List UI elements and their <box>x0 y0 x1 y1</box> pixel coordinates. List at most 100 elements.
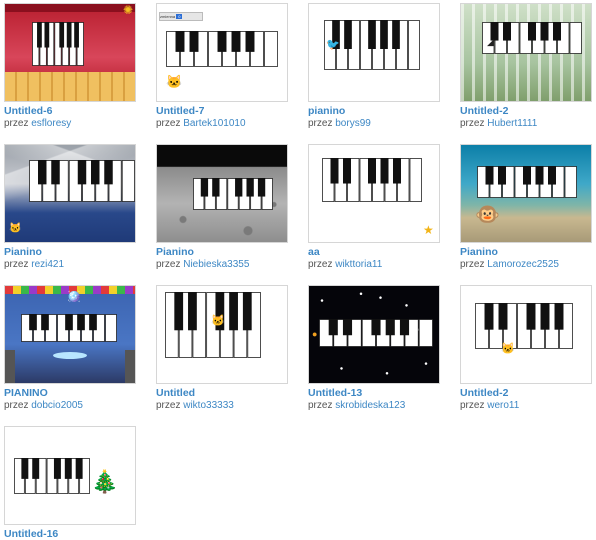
black-key <box>392 20 400 49</box>
black-key <box>66 22 72 48</box>
author-line: przez Hubert1111 <box>460 118 592 130</box>
project-thumbnail[interactable]: 🐦 <box>308 3 440 102</box>
piano-keys-graphic <box>475 303 573 349</box>
project-tile[interactable]: 🪩 PIANINO przez dobcio2005 <box>4 285 136 412</box>
black-key <box>503 22 511 41</box>
white-key <box>264 31 278 67</box>
cat-sprite-icon: 🐱 <box>166 74 183 89</box>
black-key <box>65 314 73 331</box>
project-title[interactable]: Pianino <box>4 246 136 258</box>
author-line: przez Bartek101010 <box>156 118 288 130</box>
christmas-tree-icon: 🎄 <box>91 469 119 494</box>
author-link[interactable]: wero11 <box>487 400 519 411</box>
project-tile[interactable]: 🐱 Untitled-2 przez wero11 <box>460 285 592 412</box>
author-prefix: przez <box>156 118 181 129</box>
project-title[interactable]: Untitled-13 <box>308 387 440 399</box>
project-tile[interactable]: zmienna 0 🐱 Untitled-7 przez Bartek10101… <box>156 3 288 130</box>
black-key <box>535 166 544 185</box>
author-line: przez dobcio2005 <box>4 400 136 412</box>
author-link[interactable]: Lamorozec2525 <box>487 259 559 270</box>
black-key <box>246 178 254 197</box>
sun-icon: ✺ <box>123 3 134 17</box>
project-thumbnail[interactable] <box>156 144 288 243</box>
project-title[interactable]: aa <box>308 246 440 258</box>
black-key <box>91 160 100 185</box>
project-tile[interactable]: ● Untitled-13 przez skrobideska123 <box>308 285 440 412</box>
author-line: przez wero11 <box>460 400 592 412</box>
project-title[interactable]: Untitled-7 <box>156 105 288 117</box>
project-title[interactable]: Pianino <box>156 246 288 258</box>
piano-keyboard <box>477 166 577 198</box>
author-link[interactable]: Niebieska3355 <box>183 259 249 270</box>
project-title[interactable]: pianino <box>308 105 440 117</box>
project-title[interactable]: Untitled <box>156 387 288 399</box>
black-key <box>368 20 376 49</box>
author-line: przez rezi421 <box>4 259 136 271</box>
author-line: przez Niebieska3355 <box>156 259 288 271</box>
white-key <box>409 158 422 202</box>
author-line: przez wikto33333 <box>156 400 288 412</box>
author-link[interactable]: wikttoria11 <box>335 259 382 270</box>
black-key <box>212 178 220 197</box>
author-link[interactable]: dobcio2005 <box>31 400 83 411</box>
black-key <box>229 292 238 331</box>
author-prefix: przez <box>460 259 485 270</box>
piano-keys-graphic <box>166 31 278 67</box>
author-link[interactable]: skrobideska123 <box>335 400 405 411</box>
project-tile[interactable]: 🐦 pianino przez borys99 <box>308 3 440 130</box>
project-thumbnail[interactable]: ★ <box>308 144 440 243</box>
project-thumbnail[interactable]: 🎄 <box>4 426 136 525</box>
black-key <box>498 303 508 330</box>
project-thumbnail[interactable]: 🐱 <box>460 285 592 384</box>
project-title[interactable]: Untitled-2 <box>460 105 592 117</box>
black-key <box>540 303 550 330</box>
black-key <box>74 22 79 48</box>
author-prefix: przez <box>308 400 333 411</box>
project-tile[interactable]: 🐱 Pianino przez rezi421 <box>4 144 136 271</box>
black-key <box>342 319 353 336</box>
black-key <box>235 178 243 197</box>
project-title[interactable]: Untitled-6 <box>4 105 136 117</box>
black-key <box>231 31 241 52</box>
project-thumbnail[interactable]: 🐱 <box>156 285 288 384</box>
black-key <box>41 314 49 331</box>
project-tile[interactable]: ✺ Untitled-6 przez esfloresy <box>4 3 136 130</box>
project-tile[interactable]: 🎄 Untitled-16 <box>4 426 136 540</box>
author-link[interactable]: rezi421 <box>31 259 64 270</box>
project-thumbnail[interactable]: ✺ <box>4 3 136 102</box>
piano-keys-graphic <box>21 314 117 342</box>
white-key <box>564 166 577 198</box>
author-link[interactable]: wikto33333 <box>183 400 234 411</box>
project-tile[interactable]: ★ aa przez wikttoria11 <box>308 144 440 271</box>
star-icon: ★ <box>423 223 434 237</box>
black-key <box>200 178 209 197</box>
project-title[interactable]: Untitled-16 <box>4 528 136 540</box>
black-key <box>37 22 42 48</box>
project-tile[interactable]: Pianino przez Niebieska3355 <box>156 144 288 271</box>
project-tile[interactable]: 🐱 Untitled przez wikto33333 <box>156 285 288 412</box>
project-thumbnail[interactable]: ◢ <box>460 3 592 102</box>
piano-keys-graphic <box>29 160 135 202</box>
project-title[interactable]: PIANINO <box>4 387 136 399</box>
author-prefix: przez <box>308 118 333 129</box>
project-thumbnail[interactable]: zmienna 0 🐱 <box>156 3 288 102</box>
project-title[interactable]: Untitled-2 <box>460 387 592 399</box>
author-link[interactable]: borys99 <box>335 118 371 129</box>
black-key <box>245 31 255 52</box>
project-thumbnail[interactable]: 🪩 <box>4 285 136 384</box>
project-thumbnail[interactable]: 🐵 <box>460 144 592 243</box>
author-link[interactable]: Bartek101010 <box>183 118 245 129</box>
project-thumbnail[interactable]: 🐱 <box>4 144 136 243</box>
black-key <box>38 160 47 185</box>
author-line: przez esfloresy <box>4 118 136 130</box>
disco-ball-icon: 🪩 <box>67 291 81 303</box>
project-tile[interactable]: 🐵 Pianino przez Lamorozec2525 <box>460 144 592 271</box>
author-link[interactable]: Hubert1111 <box>487 118 537 129</box>
black-key <box>32 458 40 479</box>
project-tile[interactable]: ◢ Untitled-2 przez Hubert1111 <box>460 3 592 130</box>
black-key <box>523 166 531 185</box>
black-key <box>175 31 185 52</box>
author-link[interactable]: esfloresy <box>31 118 71 129</box>
project-thumbnail[interactable]: ● <box>308 285 440 384</box>
project-title[interactable]: Pianino <box>460 246 592 258</box>
